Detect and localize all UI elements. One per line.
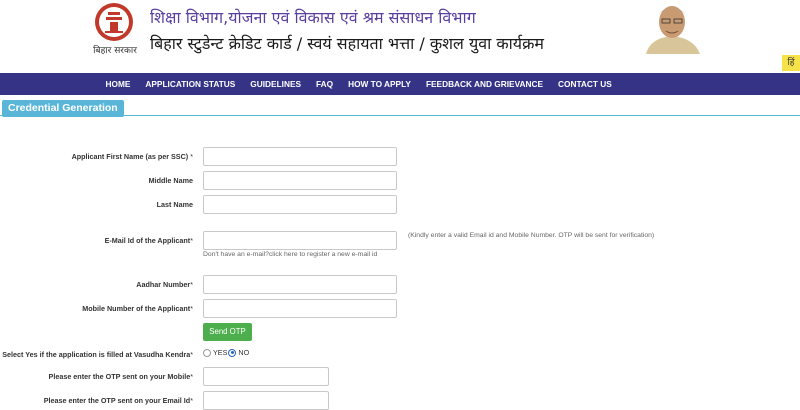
otp-mobile-input[interactable] (203, 367, 329, 386)
nav-contact-us[interactable]: CONTACT US (551, 73, 620, 95)
emblem-caption: बिहार सरकार (93, 46, 137, 56)
first-name-label: Applicant First Name (as per SSC) * (71, 152, 193, 161)
no-radio-label: NO (238, 348, 250, 357)
chief-minister-photo (636, 0, 708, 54)
yes-radio-label: YES (213, 348, 228, 357)
mobile-label: Mobile Number of the Applicant* (82, 304, 193, 313)
nav-application-status[interactable]: APPLICATION STATUS (138, 73, 243, 95)
nav-home[interactable]: HOME (98, 73, 138, 95)
vasudha-kendra-label: Select Yes if the application is filled … (2, 350, 193, 359)
otp-email-input[interactable] (203, 391, 329, 410)
first-name-input[interactable] (203, 147, 397, 166)
bihar-emblem-icon (95, 3, 133, 41)
section-title: Credential Generation (2, 100, 124, 117)
nav-faq[interactable]: FAQ (309, 73, 341, 95)
aadhar-label: Aadhar Number* (136, 280, 193, 289)
nav-how-to-apply[interactable]: HOW TO APPLY (341, 73, 419, 95)
department-title: शिक्षा विभाग,योजना एवं विकास एवं श्रम सं… (150, 8, 476, 27)
email-input[interactable] (203, 231, 397, 250)
vasudha-kendra-radio-group: YES NO (203, 348, 249, 357)
no-radio[interactable] (228, 348, 237, 357)
email-label: E-Mail Id of the Applicant* (104, 236, 193, 245)
middle-name-label: Middle Name (148, 176, 193, 185)
nav-feedback-grievance[interactable]: FEEDBACK AND GRIEVANCE (418, 73, 550, 95)
scheme-title: बिहार स्टुडेन्ट क्रेडिट कार्ड / स्वयं सह… (150, 34, 544, 53)
middle-name-input[interactable] (203, 171, 397, 190)
yes-radio[interactable] (203, 348, 211, 357)
language-toggle[interactable]: हिं (782, 55, 800, 71)
otp-mobile-label: Please enter the OTP sent on your Mobile… (48, 372, 193, 381)
otp-email-label: Please enter the OTP sent on your Email … (43, 396, 193, 405)
main-nav: HOME APPLICATION STATUS GUIDELINES FAQ H… (0, 73, 800, 95)
register-email-link[interactable]: Don't have an e-mail?click here to regis… (203, 251, 377, 258)
last-name-input[interactable] (203, 195, 397, 214)
aadhar-input[interactable] (203, 275, 397, 294)
last-name-label: Last Name (156, 200, 193, 209)
site-header: बिहार सरकार शिक्षा विभाग,योजना एवं विकास… (0, 0, 800, 73)
email-hint: (Kindly enter a valid Email id and Mobil… (408, 232, 655, 239)
mobile-input[interactable] (203, 299, 397, 318)
nav-guidelines[interactable]: GUIDELINES (243, 73, 309, 95)
send-otp-button[interactable]: Send OTP (203, 323, 252, 341)
